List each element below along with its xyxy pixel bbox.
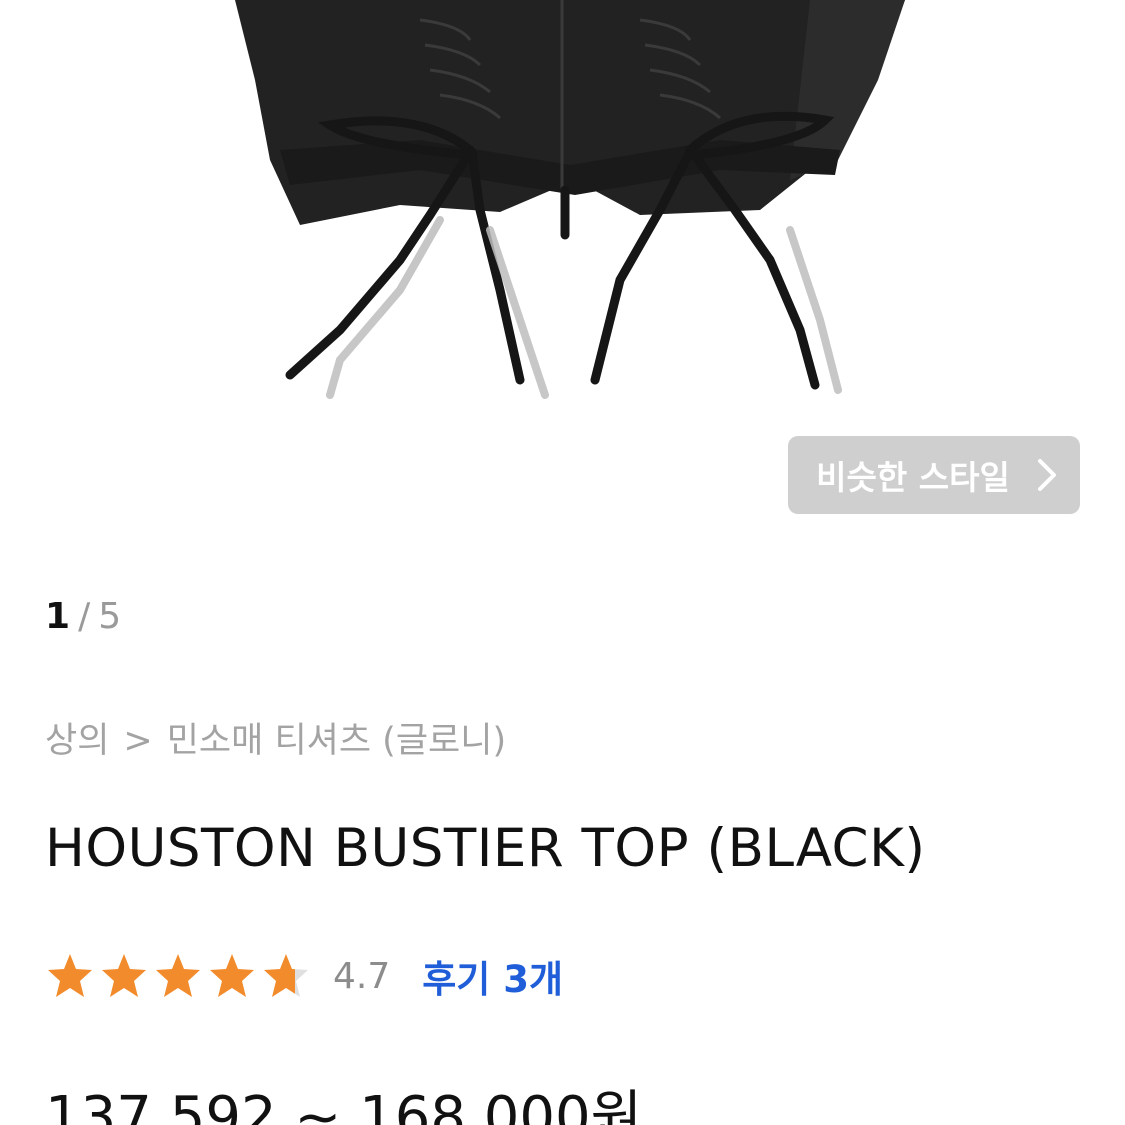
rating-row: 4.7 후기 3개 bbox=[45, 948, 563, 1004]
product-title: HOUSTON BUSTIER TOP (BLACK) bbox=[45, 818, 926, 879]
price-row: 137,592 ~ 168,000원 bbox=[45, 1072, 708, 1125]
breadcrumb-category[interactable]: 상의 bbox=[45, 721, 109, 761]
star-icon bbox=[102, 954, 146, 997]
star-icon bbox=[264, 954, 308, 997]
price-range: 137,592 ~ 168,000원 bbox=[45, 1085, 643, 1125]
pager-current: 1 bbox=[45, 596, 71, 637]
gallery-pager: 1/5 bbox=[45, 596, 121, 637]
reviews-link[interactable]: 후기 3개 bbox=[422, 949, 563, 1003]
rating-value: 4.7 bbox=[333, 955, 391, 997]
product-detail-page: 비슷한 스타일 1/5 상의 > 민소매 티셔츠 (글로니) HOUSTON BUS… bbox=[0, 0, 1125, 1125]
similar-style-button[interactable]: 비슷한 스타일 bbox=[788, 436, 1080, 514]
star-rating bbox=[45, 951, 315, 1001]
star-icon bbox=[48, 954, 92, 997]
chevron-down-icon[interactable] bbox=[664, 1117, 708, 1125]
similar-style-label: 비슷한 스타일 bbox=[816, 458, 1010, 497]
chevron-right-icon bbox=[1037, 459, 1056, 491]
breadcrumb[interactable]: 상의 > 민소매 티셔츠 (글로니) bbox=[45, 712, 506, 763]
breadcrumb-arrow: > bbox=[123, 721, 153, 761]
breadcrumb-subcategory[interactable]: 민소매 티셔츠 (글로니) bbox=[167, 721, 506, 761]
pager-separator: / bbox=[78, 596, 91, 637]
pager-total: 5 bbox=[98, 596, 122, 637]
star-icon bbox=[210, 954, 254, 997]
star-icon bbox=[156, 954, 200, 997]
